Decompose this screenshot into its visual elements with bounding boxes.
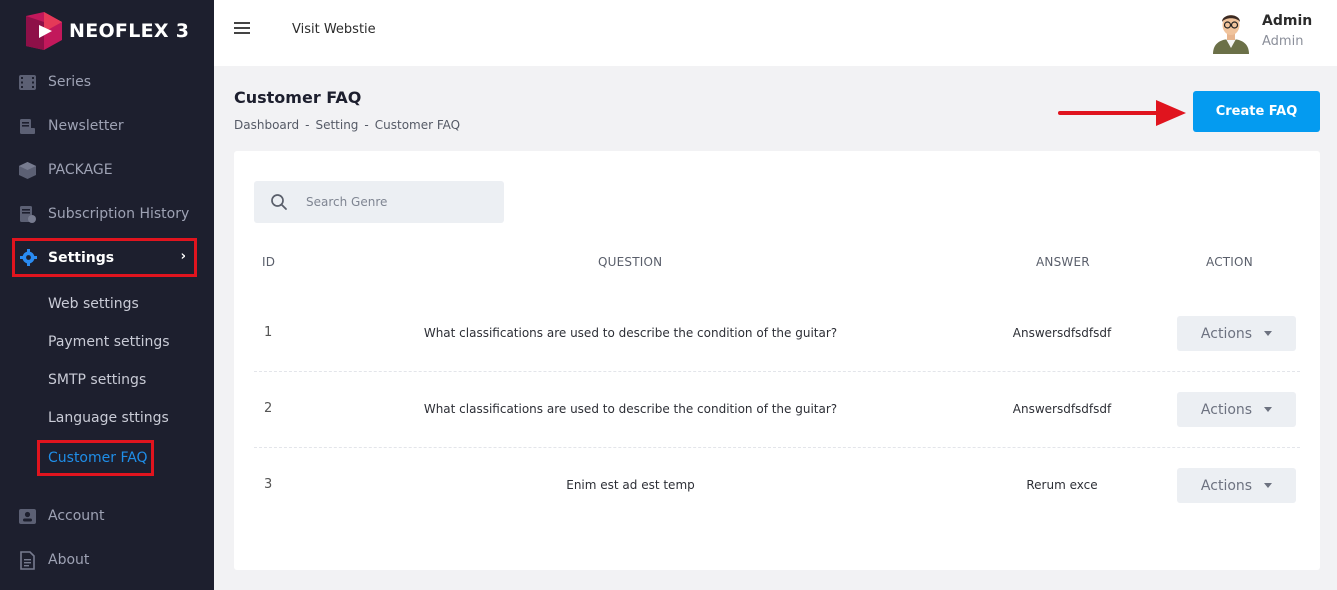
row-question: What classifications are used to describ…	[423, 402, 838, 416]
create-faq-button[interactable]: Create FAQ	[1193, 91, 1320, 132]
neoflex-logo-icon	[26, 12, 62, 50]
column-header-id: ID	[262, 255, 276, 269]
caret-down-icon	[1264, 331, 1273, 336]
caret-down-icon	[1264, 407, 1273, 412]
breadcrumb-current: Customer FAQ	[374, 118, 461, 132]
search-box[interactable]	[254, 181, 504, 223]
breadcrumb: Dashboard - Setting - Customer FAQ	[234, 118, 460, 132]
column-header-question: QUESTION	[598, 255, 663, 269]
sidebar-item-newsletter[interactable]: Newsletter	[18, 113, 124, 139]
film-icon	[18, 73, 37, 92]
breadcrumb-setting[interactable]: Setting	[315, 118, 358, 132]
actions-label: Actions	[1200, 477, 1253, 494]
user-name: Admin	[1262, 13, 1313, 29]
row-question: Enim est ad est temp	[566, 478, 695, 492]
actions-label: Actions	[1200, 401, 1253, 418]
breadcrumb-dashboard[interactable]: Dashboard	[234, 118, 299, 132]
page-title: Customer FAQ	[234, 88, 362, 107]
table-row: 3 Enim est ad est temp Rerum exce Action…	[254, 448, 1300, 524]
sidebar-subitem-payment-settings[interactable]: Payment settings	[48, 334, 170, 350]
sidebar-subitem-customer-faq[interactable]: Customer FAQ	[37, 440, 154, 476]
gear-icon	[19, 248, 38, 267]
sidebar-item-label: Subscription History	[48, 206, 190, 222]
actions-dropdown-button[interactable]: Actions	[1177, 316, 1296, 351]
topbar: Visit Webstie Admin Admin	[214, 0, 1337, 66]
sidebar-item-label: Series	[48, 74, 92, 90]
actions-dropdown-button[interactable]: Actions	[1177, 468, 1296, 503]
column-header-answer: ANSWER	[1036, 255, 1090, 269]
brand-name: NEOFLEX 3	[69, 20, 190, 42]
sidebar-subitem-language-settings[interactable]: Language sttings	[48, 410, 169, 426]
row-answer: Answersdfsdfsdf	[1012, 326, 1112, 340]
sidebar-item-label: About	[48, 552, 90, 568]
column-header-action: ACTION	[1206, 255, 1253, 269]
sidebar-item-settings[interactable]: Settings ›	[12, 238, 197, 277]
sidebar: NEOFLEX 3 Series Newsletter PACKAGE Subs…	[0, 0, 214, 590]
account-icon	[18, 507, 37, 526]
document-icon	[18, 550, 37, 570]
history-icon	[18, 205, 37, 224]
avatar[interactable]	[1210, 10, 1252, 54]
table-row: 1 What classifications are used to descr…	[254, 296, 1300, 372]
user-role: Admin	[1262, 34, 1304, 49]
package-icon	[18, 161, 37, 180]
faq-table-card: ID QUESTION ANSWER ACTION 1 What classif…	[234, 151, 1320, 570]
breadcrumb-separator: -	[364, 118, 369, 132]
caret-down-icon	[1264, 483, 1273, 488]
menu-toggle-icon[interactable]	[234, 22, 250, 36]
table-row: 2 What classifications are used to descr…	[254, 372, 1300, 448]
row-answer: Rerum exce	[1026, 478, 1098, 492]
search-icon	[271, 194, 287, 210]
sidebar-item-label: Account	[48, 508, 105, 524]
breadcrumb-separator: -	[305, 118, 310, 132]
sidebar-item-label: Newsletter	[48, 118, 124, 134]
chevron-right-icon: ›	[180, 249, 186, 264]
sidebar-item-subscription-history[interactable]: Subscription History	[18, 201, 189, 227]
sidebar-item-label: Settings	[48, 249, 115, 266]
sidebar-subitem-web-settings[interactable]: Web settings	[48, 296, 139, 312]
arrow-right-annotation-icon	[1058, 100, 1186, 126]
search-input[interactable]	[306, 195, 476, 209]
actions-label: Actions	[1200, 325, 1253, 342]
sidebar-item-package[interactable]: PACKAGE	[18, 157, 113, 183]
newsletter-icon	[18, 117, 37, 136]
visit-website-link[interactable]: Visit Webstie	[292, 22, 376, 37]
sidebar-item-account[interactable]: Account	[18, 503, 105, 529]
row-answer: Answersdfsdfsdf	[1012, 402, 1112, 416]
brand[interactable]: NEOFLEX 3	[24, 12, 189, 50]
sidebar-item-about[interactable]: About	[18, 547, 89, 573]
sidebar-item-label: PACKAGE	[48, 162, 113, 178]
actions-dropdown-button[interactable]: Actions	[1177, 392, 1296, 427]
row-question: What classifications are used to describ…	[423, 326, 838, 340]
sidebar-item-series[interactable]: Series	[18, 69, 91, 95]
sidebar-subitem-smtp-settings[interactable]: SMTP settings	[48, 372, 146, 388]
